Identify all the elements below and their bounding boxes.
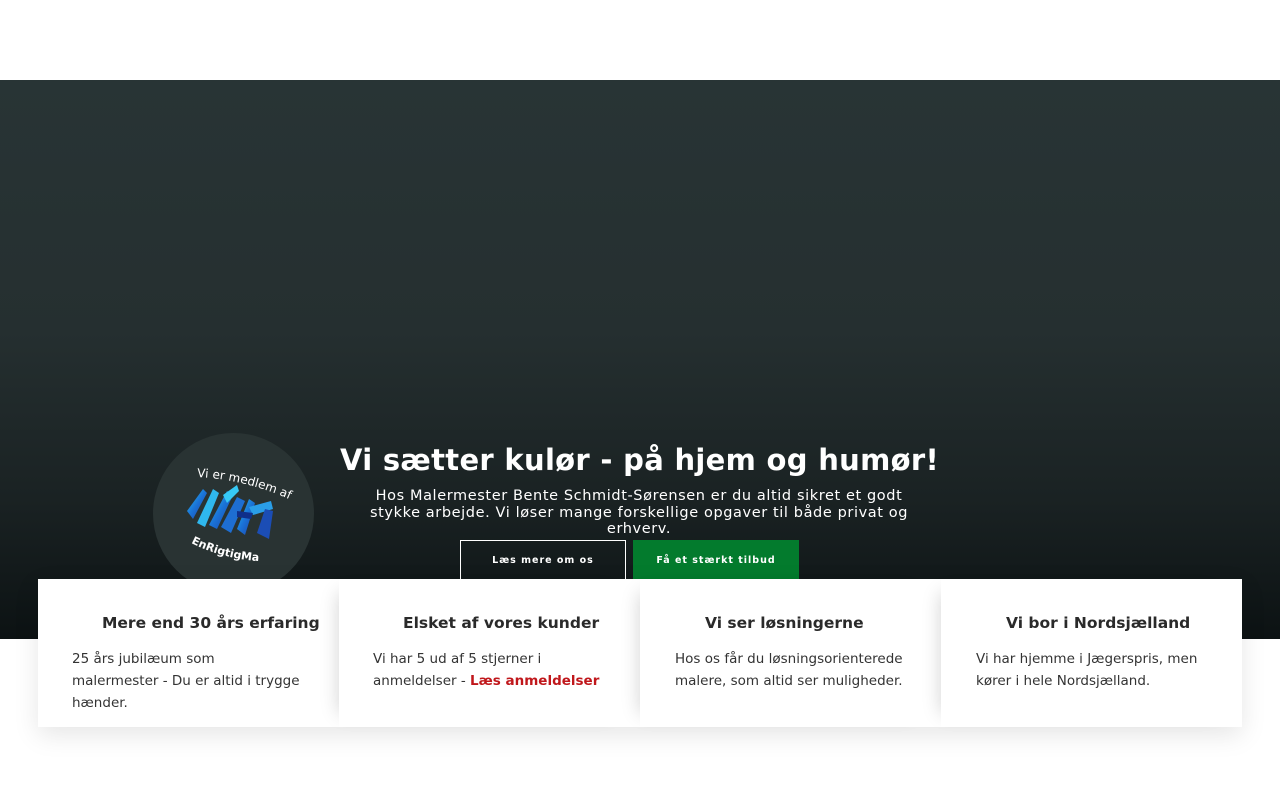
feature-card-title: Vi bor i Nordsjælland [1006, 614, 1191, 632]
feature-card-text: Vi har hjemme i Jægerspris, men kører i … [976, 651, 1198, 689]
hero-subtitle: Hos Malermester Bente Schmidt-Sørensen e… [369, 488, 909, 537]
feature-card-experience: Mere end 30 års erfaring 25 års jubilæum… [38, 579, 339, 727]
read-reviews-link[interactable]: Læs anmeldelser [470, 673, 599, 689]
member-badge[interactable]: Vi er medlem af EnRigtigMaler.dk [153, 433, 314, 594]
paint-stroke-graphic [187, 485, 273, 539]
feature-card-location: Vi bor i Nordsjælland Vi har hjemme i Jæ… [941, 579, 1242, 727]
feature-card-solutions: Vi ser løsningerne Hos os får du løsning… [640, 579, 941, 727]
enrigtigmaler-logo: Vi er medlem af EnRigtigMaler.dk [153, 433, 295, 564]
get-offer-button[interactable]: Få et stærkt tilbud [633, 540, 799, 581]
feature-cards: Mere end 30 års erfaring 25 års jubilæum… [38, 579, 1242, 727]
feature-card-text: Vi har 5 ud af 5 stjerner i anmeldelser … [373, 648, 605, 692]
feature-card-title: Elsket af vores kunder [403, 614, 600, 632]
feature-card-title: Vi ser løsningerne [705, 614, 864, 632]
feature-card-title: Mere end 30 års erfaring [102, 614, 320, 632]
feature-card-text: 25 års jubilæum som malermester - Du er … [72, 651, 300, 711]
about-us-button[interactable]: Læs mere om os [460, 540, 626, 581]
feature-card-reviews: Elsket af vores kunder Vi har 5 ud af 5 … [339, 579, 640, 727]
top-navigation-bar [0, 0, 1280, 80]
feature-card-text: Hos os får du løsningsorienterede malere… [675, 651, 903, 689]
hero-title: Vi sætter kulør - på hjem og humør! [340, 443, 939, 477]
badge-bottom-text: EnRigtigMaler.dk [153, 433, 260, 564]
